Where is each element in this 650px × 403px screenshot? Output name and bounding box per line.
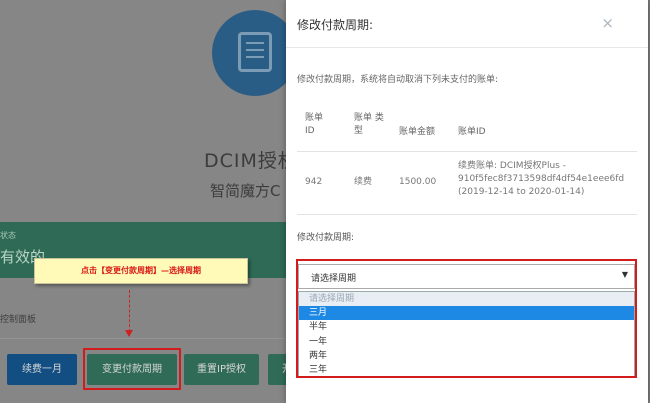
highlight-cycle-dropdown (296, 259, 637, 378)
company-name: 智简魔方C (210, 182, 281, 200)
header-bill-id: 账单 ID (305, 113, 324, 136)
renew-month-button[interactable]: 续费一月 (7, 354, 77, 385)
status-label: 状态 (0, 231, 16, 240)
table-cell-id: 942 (305, 177, 323, 187)
header-bill-amount: 账单金额 (399, 127, 436, 137)
header-bill-description: 账单ID (458, 127, 486, 137)
cycle-field-label: 修改付款周期: (297, 233, 355, 243)
callout-arrow-head (125, 330, 133, 337)
table-cell-type: 续费 (354, 177, 373, 187)
table-cell-description: 续费账单: DCIM授权Plus - 910f5fec8f3713598df4d… (458, 161, 625, 197)
modal-header: 修改付款周期: × (286, 0, 648, 48)
table-header-divider (297, 151, 637, 152)
highlight-change-cycle (83, 348, 181, 390)
divider (0, 338, 295, 339)
modal-title: 修改付款周期: (297, 18, 374, 32)
close-icon[interactable]: × (601, 14, 614, 32)
table-row-divider (297, 214, 637, 215)
table-cell-amount: 1500.00 (399, 177, 437, 187)
modal-description: 修改付款周期，系统将自动取消下列未支付的账单: (297, 75, 499, 85)
header-bill-type: 账单 类型 (354, 113, 384, 136)
instruction-callout: 点击【变更付款周期】—选择周期 (34, 258, 248, 284)
document-list-icon (238, 32, 272, 72)
control-panel-label: 控制面板 (0, 315, 37, 325)
product-name: DCIM授权 (204, 150, 298, 172)
callout-arrow-line (129, 290, 130, 332)
reset-ip-license-button[interactable]: 重置IP授权 (184, 354, 259, 385)
